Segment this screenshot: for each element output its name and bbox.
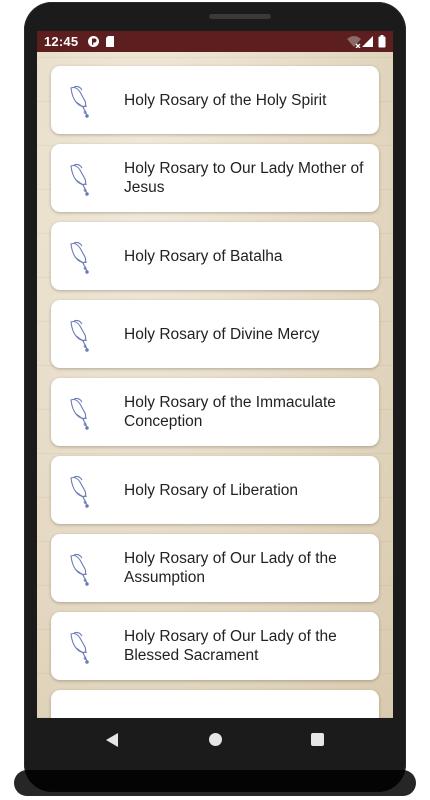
praying-hands-rosary-icon <box>67 550 95 586</box>
praying-hands-rosary-icon <box>67 82 95 118</box>
home-icon[interactable] <box>209 733 222 746</box>
praying-hands-rosary-icon <box>67 238 95 274</box>
praying-hands-rosary-icon <box>67 472 95 508</box>
sd-card-icon <box>105 35 115 51</box>
recents-icon[interactable] <box>311 733 324 746</box>
list-item[interactable]: Holy Rosary of Our Lady of the Assumptio… <box>51 534 379 602</box>
list-item[interactable]: Holy Rosary of the Immaculate Conception <box>51 378 379 446</box>
signal-icon <box>362 35 374 51</box>
phone-speaker <box>209 14 271 19</box>
data-saver-icon <box>87 35 100 51</box>
back-icon[interactable] <box>105 732 119 753</box>
wifi-off-icon <box>346 35 362 51</box>
list-item[interactable]: Holy Rosary to Our Lady Mother of Jesus <box>51 144 379 212</box>
praying-hands-rosary-icon <box>67 160 95 196</box>
list-item-label: Holy Rosary of Our Lady of the Blessed S… <box>124 628 337 664</box>
list-item-label: Holy Rosary to Our Lady Mother of Jesus <box>124 160 364 196</box>
list-item-partial[interactable] <box>51 690 379 718</box>
praying-hands-rosary-icon <box>67 628 95 664</box>
battery-icon <box>378 35 386 51</box>
app-screen: 12:45 Holy Rosary of the Holy Spirit Hol… <box>37 31 393 718</box>
status-bar: 12:45 <box>37 31 393 52</box>
list-item[interactable]: Holy Rosary of Batalha <box>51 222 379 290</box>
list-item-label: Holy Rosary of the Immaculate Conception <box>124 394 336 430</box>
list-item[interactable]: Holy Rosary of the Holy Spirit <box>51 66 379 134</box>
phone-shadow <box>14 770 416 796</box>
list-item-label: Holy Rosary of Liberation <box>124 481 299 499</box>
list-item-label: Holy Rosary of Divine Mercy <box>124 325 320 343</box>
list-item-label: Holy Rosary of Our Lady of the Assumptio… <box>124 550 337 586</box>
list-item[interactable]: Holy Rosary of Divine Mercy <box>51 300 379 368</box>
list-item[interactable]: Holy Rosary of Liberation <box>51 456 379 524</box>
status-time: 12:45 <box>44 34 79 49</box>
list-item-label: Holy Rosary of Batalha <box>124 247 283 265</box>
praying-hands-rosary-icon <box>67 316 95 352</box>
rosary-list: Holy Rosary of the Holy Spirit Holy Rosa… <box>37 52 393 718</box>
praying-hands-rosary-icon <box>67 394 95 430</box>
list-item[interactable]: Holy Rosary of Our Lady of the Blessed S… <box>51 612 379 680</box>
list-item-label: Holy Rosary of the Holy Spirit <box>124 91 327 109</box>
navigation-bar <box>37 718 393 762</box>
